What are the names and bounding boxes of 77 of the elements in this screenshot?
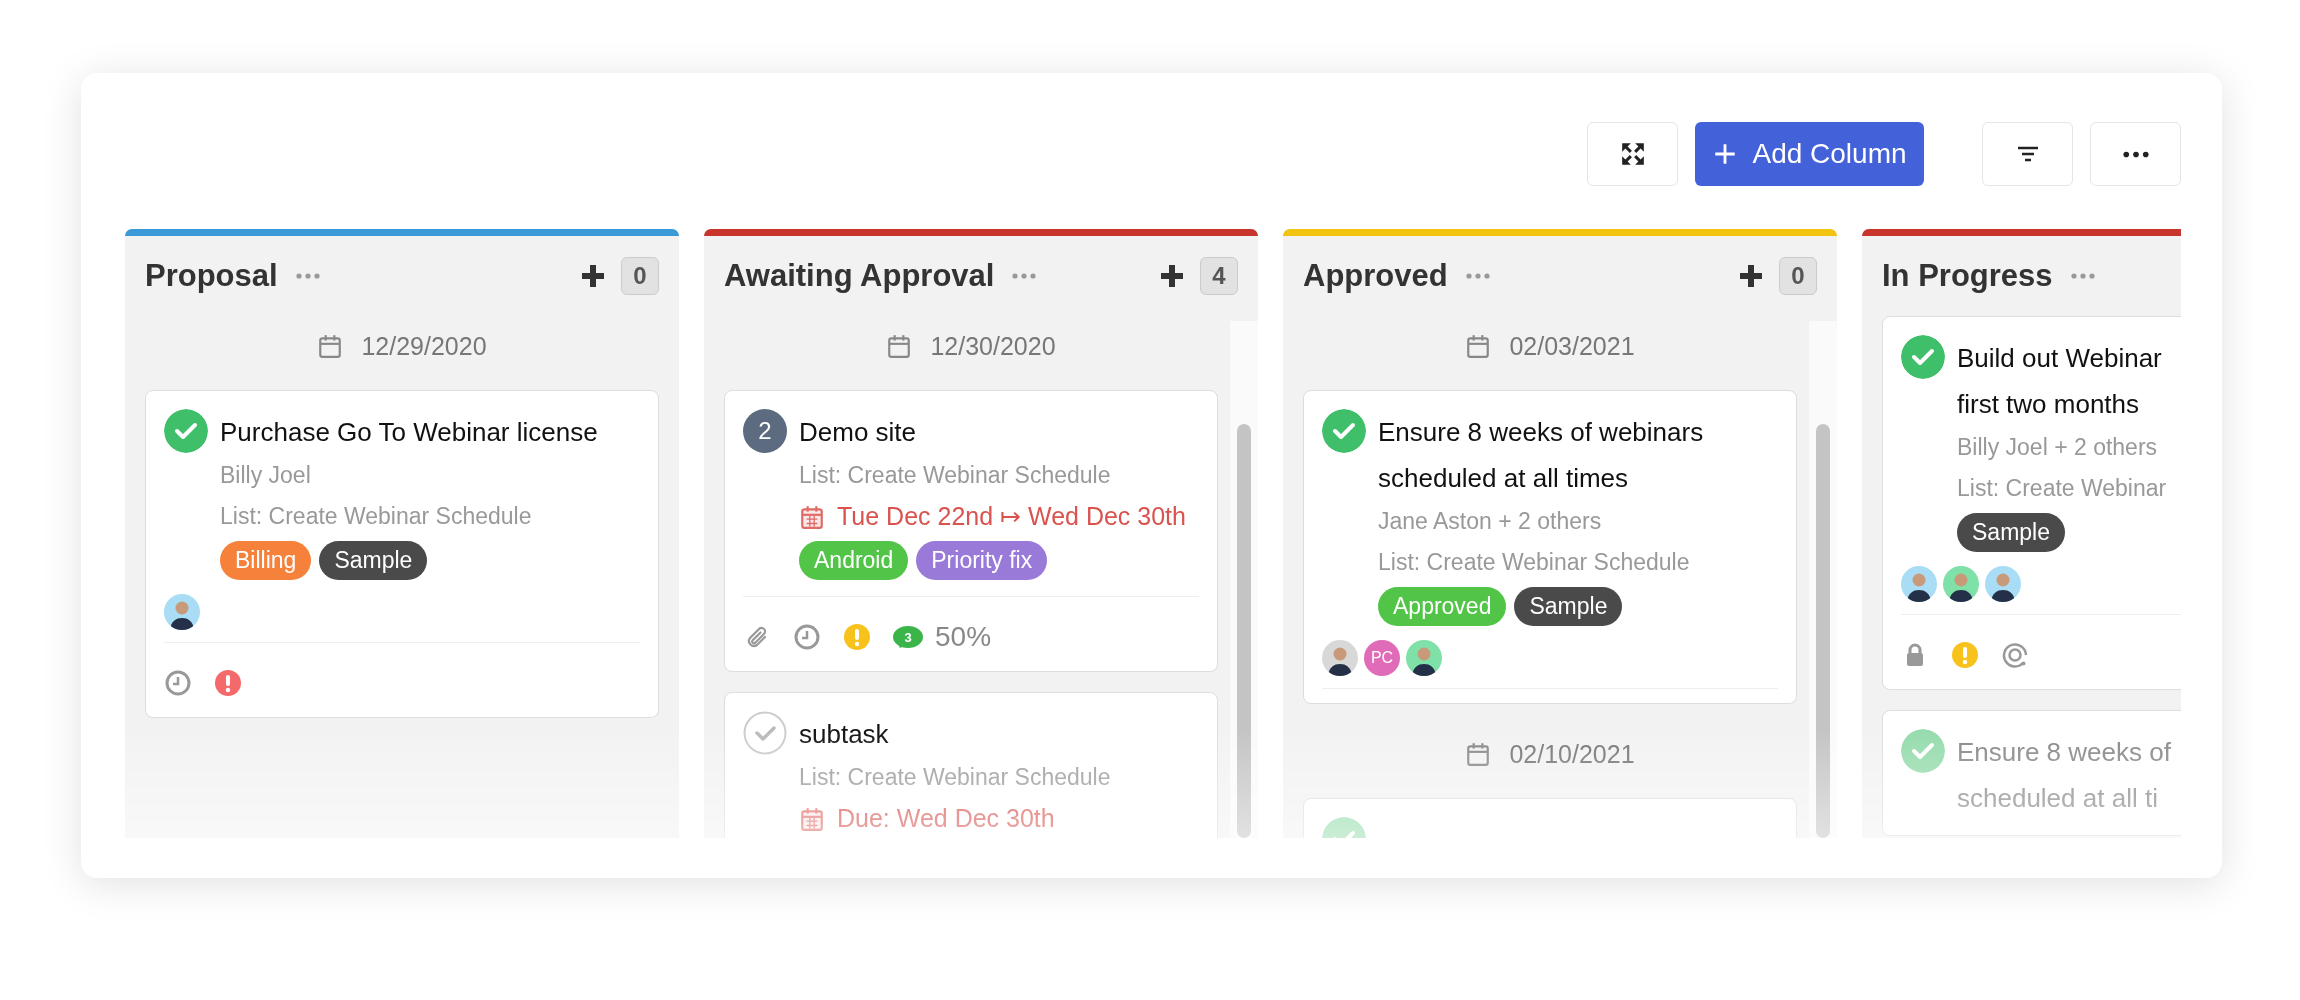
alert-icon[interactable] [1951, 641, 1979, 669]
due-date: Due: Wed Dec 30th [837, 803, 1055, 834]
column-title: In Progress [1882, 258, 2053, 294]
card-title: Demo site [799, 416, 917, 449]
group-date: 12/29/2020 [361, 331, 487, 361]
card-count: 4 [1200, 257, 1238, 295]
add-column-button[interactable]: Add Column [1695, 122, 1924, 186]
avatar[interactable] [164, 594, 200, 630]
check-icon[interactable] [1322, 409, 1366, 453]
card-meta: List: Create Webinar Schedule [220, 503, 532, 529]
add-icon[interactable] [1160, 264, 1184, 288]
column-title: Awaiting Approval [724, 258, 995, 294]
clock-icon[interactable] [793, 623, 821, 651]
more-icon [2122, 150, 2149, 158]
card-meta: List: Create Webinar Schedule [1378, 549, 1690, 575]
task-card[interactable]: 2 Demo site List: Create Webinar Schedule Tue Dec 22nd ↦ Wed Dec 30th Android Priority fix 3 50% [724, 390, 1218, 672]
avatar[interactable] [1901, 566, 1937, 602]
card-title: first two months [1957, 388, 2141, 421]
task-card[interactable]: Build out Webinar first two months Billy Joel + 2 others List: Create Webinar Sample [1882, 316, 2181, 690]
add-icon[interactable] [1739, 264, 1763, 288]
due-date: Tue Dec 22nd ↦ Wed Dec 30th [837, 501, 1186, 532]
group-date: 12/30/2020 [930, 331, 1056, 361]
expand-icon [1619, 141, 1646, 167]
card-title: scheduled at all ti [1957, 782, 2159, 815]
avatar[interactable] [1943, 566, 1979, 602]
group-date: 02/10/2021 [1509, 739, 1635, 769]
column-title: Approved [1303, 258, 1448, 294]
subtask-count: 2 [743, 409, 787, 453]
avatar[interactable] [1322, 640, 1358, 676]
check-icon[interactable] [1901, 335, 1945, 379]
card-title: Build out Webinar [1957, 342, 2162, 375]
card-meta: Billy Joel + 2 others [1957, 434, 2158, 460]
check-icon[interactable] [164, 409, 208, 453]
card-title: Ensure 8 weeks of webinars [1378, 416, 1704, 449]
task-card[interactable]: Ensure 8 weeks of webinars scheduled at all times Jane Aston + 2 others List: Create Webinar Schedule Approved Sample PC [1303, 390, 1797, 704]
task-card[interactable]: Purchase Go To Webinar license Billy Joel List: Create Webinar Schedule Billing Sample [145, 390, 659, 718]
scrollbar[interactable] [1809, 321, 1837, 838]
tag[interactable]: Sample [1514, 587, 1623, 626]
card-count: 0 [1779, 257, 1817, 295]
card-meta: List: Create Webinar Schedule [799, 462, 1111, 488]
card-title: subtask [799, 718, 889, 751]
card-title: scheduled at all times [1378, 462, 1630, 495]
check-icon[interactable] [743, 711, 787, 755]
card-title: Ensure 8 weeks of [1957, 736, 2171, 769]
calendar-icon [1465, 333, 1492, 359]
avatar[interactable] [1985, 566, 2021, 602]
calendar-icon [886, 333, 913, 359]
group-date: 02/03/2021 [1509, 331, 1635, 361]
calendar-icon [1465, 741, 1492, 767]
progress-text: 50% [935, 621, 992, 653]
card-meta: Billy Joel [220, 462, 311, 488]
filter-button[interactable] [1982, 122, 2073, 186]
card-meta: Jane Aston + 2 others [1378, 508, 1602, 534]
check-icon[interactable] [1901, 729, 1945, 773]
card-title: Purchase Go To Webinar license [220, 416, 598, 449]
card-meta: List: Create Webinar Schedule [799, 764, 1111, 790]
calendar-icon [799, 805, 825, 832]
scrollbar[interactable] [1230, 321, 1258, 838]
more-icon[interactable] [295, 273, 320, 279]
target-icon[interactable] [2001, 641, 2029, 669]
expand-button[interactable] [1587, 122, 1678, 186]
column-title: Proposal [145, 258, 278, 294]
more-icon[interactable] [1012, 273, 1037, 279]
more-icon[interactable] [2070, 273, 2095, 279]
calendar-icon [317, 333, 344, 359]
clock-icon[interactable] [164, 669, 192, 697]
alert-icon[interactable] [214, 669, 242, 697]
task-card[interactable]: subtask List: Create Webinar Schedule Due: Wed Dec 30th [724, 692, 1218, 838]
more-icon[interactable] [1465, 273, 1490, 279]
add-icon[interactable] [581, 264, 605, 288]
tag[interactable]: Sample [1957, 513, 2065, 552]
card-count: 0 [621, 257, 659, 295]
tag[interactable]: Sample [319, 541, 428, 580]
avatar[interactable] [1406, 640, 1442, 676]
calendar-icon [799, 503, 825, 530]
alert-icon[interactable] [843, 623, 871, 651]
card-meta: List: Create Webinar [1957, 475, 2167, 501]
